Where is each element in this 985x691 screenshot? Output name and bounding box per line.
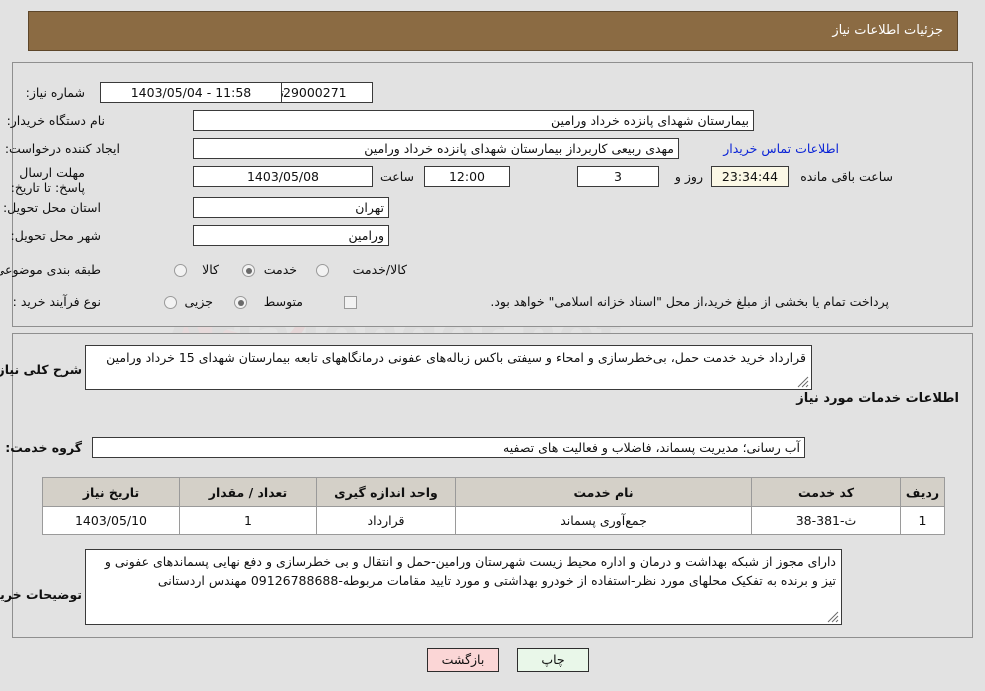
cell-need-date: 1403/05/10: [42, 506, 180, 535]
requester-label: ایجاد کننده درخواست:: [4, 141, 120, 156]
back-button[interactable]: بازگشت: [427, 648, 499, 672]
page-title: جزئیات اطلاعات نیاز: [832, 23, 943, 38]
category-radio-service[interactable]: [242, 264, 255, 277]
services-table-wrapper: ردیف کد خدمت نام خدمت واحد اندازه گیری ت…: [42, 477, 945, 535]
need-details-page: AriaTender.net جزئیات اطلاعات نیاز شماره…: [0, 0, 985, 691]
category-radio-goods-service[interactable]: [316, 264, 329, 277]
process-radio-medium[interactable]: [234, 296, 247, 309]
service-group-label: گروه خدمت:: [5, 440, 82, 455]
province-value: تهران: [193, 197, 389, 218]
col-service-code: کد خدمت: [751, 477, 901, 507]
general-desc-value[interactable]: قرارداد خرید خدمت حمل، بی‌خطرسازی و امحا…: [85, 345, 812, 390]
category-radio-goods[interactable]: [174, 264, 187, 277]
col-service-name: نام خدمت: [455, 477, 752, 507]
services-section-title: اطلاعات خدمات مورد نیاز: [796, 391, 959, 406]
process-type-label: نوع فرآیند خرید :: [12, 294, 101, 309]
remaining-days-value: 3: [577, 166, 659, 187]
need-number-label: شماره نیاز:: [25, 85, 85, 100]
buyer-org-label: نام دستگاه خریدار:: [6, 113, 105, 128]
deadline-time-label: ساعت: [379, 169, 414, 184]
cell-unit: قرارداد: [316, 506, 456, 535]
process-radio-minor[interactable]: [164, 296, 177, 309]
page-header-bar: جزئیات اطلاعات نیاز: [28, 11, 958, 51]
buyer-contact-link[interactable]: اطلاعات تماس خریدار: [723, 141, 839, 156]
countdown-value: 23:34:44: [711, 166, 789, 187]
process-option-medium-label: متوسط: [263, 294, 303, 309]
print-button[interactable]: چاپ: [517, 648, 589, 672]
deadline-date-value: 1403/05/08: [193, 166, 373, 187]
resize-grip-icon[interactable]: [797, 376, 809, 388]
deadline-time-value: 12:00: [424, 166, 510, 187]
remaining-days-label: روز و: [674, 169, 703, 184]
general-desc-label: شرح کلی نیاز:: [0, 362, 82, 377]
city-label: شهر محل تحویل:: [10, 228, 101, 243]
cell-row: 1: [900, 506, 945, 535]
cell-service-name: جمع‌آوری پسماند: [455, 506, 752, 535]
category-label: طبقه بندی موضوعی:: [0, 262, 101, 277]
deadline-label: مهلت ارسال پاسخ: تا تاریخ:: [10, 165, 85, 195]
process-option-minor-label: جزیی: [184, 294, 213, 309]
requester-value: مهدی ربیعی کاربرداز بیمارستان شهدای پانز…: [193, 138, 679, 159]
table-row: 1 ث-381-38 جمع‌آوری پسماند قرارداد 1 140…: [42, 506, 945, 535]
city-value: ورامین: [193, 225, 389, 246]
cell-service-code: ث-381-38: [751, 506, 901, 535]
province-label: استان محل تحویل:: [2, 200, 101, 215]
buyer-org-value: بیمارستان شهدای پانزده خرداد ورامین: [193, 110, 754, 131]
col-unit: واحد اندازه گیری: [316, 477, 456, 507]
buyer-notes-value[interactable]: دارای مجوز از شبکه بهداشت و درمان و ادار…: [85, 549, 842, 625]
cell-quantity: 1: [179, 506, 317, 535]
category-option-goods-service-label: کالا/خدمت: [352, 262, 407, 277]
buyer-notes-label: توضیحات خریدار:: [0, 587, 82, 602]
countdown-label: ساعت باقی مانده: [800, 169, 893, 184]
col-quantity: تعداد / مقدار: [179, 477, 317, 507]
col-need-date: تاریخ نیاز: [42, 477, 180, 507]
resize-grip-notes-icon[interactable]: [827, 611, 839, 623]
category-option-service-label: خدمت: [263, 262, 297, 277]
col-row: ردیف: [900, 477, 945, 507]
treasury-bond-checkbox[interactable]: [344, 296, 357, 309]
category-option-goods-label: کالا: [202, 262, 219, 277]
services-table: ردیف کد خدمت نام خدمت واحد اندازه گیری ت…: [42, 477, 945, 535]
service-group-value: آب رسانی؛ مدیریت پسماند، فاضلاب و فعالیت…: [92, 437, 805, 458]
table-header-row: ردیف کد خدمت نام خدمت واحد اندازه گیری ت…: [42, 477, 945, 507]
public-announce-value: 11:58 - 1403/05/04: [100, 82, 282, 103]
treasury-bond-label: پرداخت تمام یا بخشی از مبلغ خرید،از محل …: [490, 294, 889, 309]
